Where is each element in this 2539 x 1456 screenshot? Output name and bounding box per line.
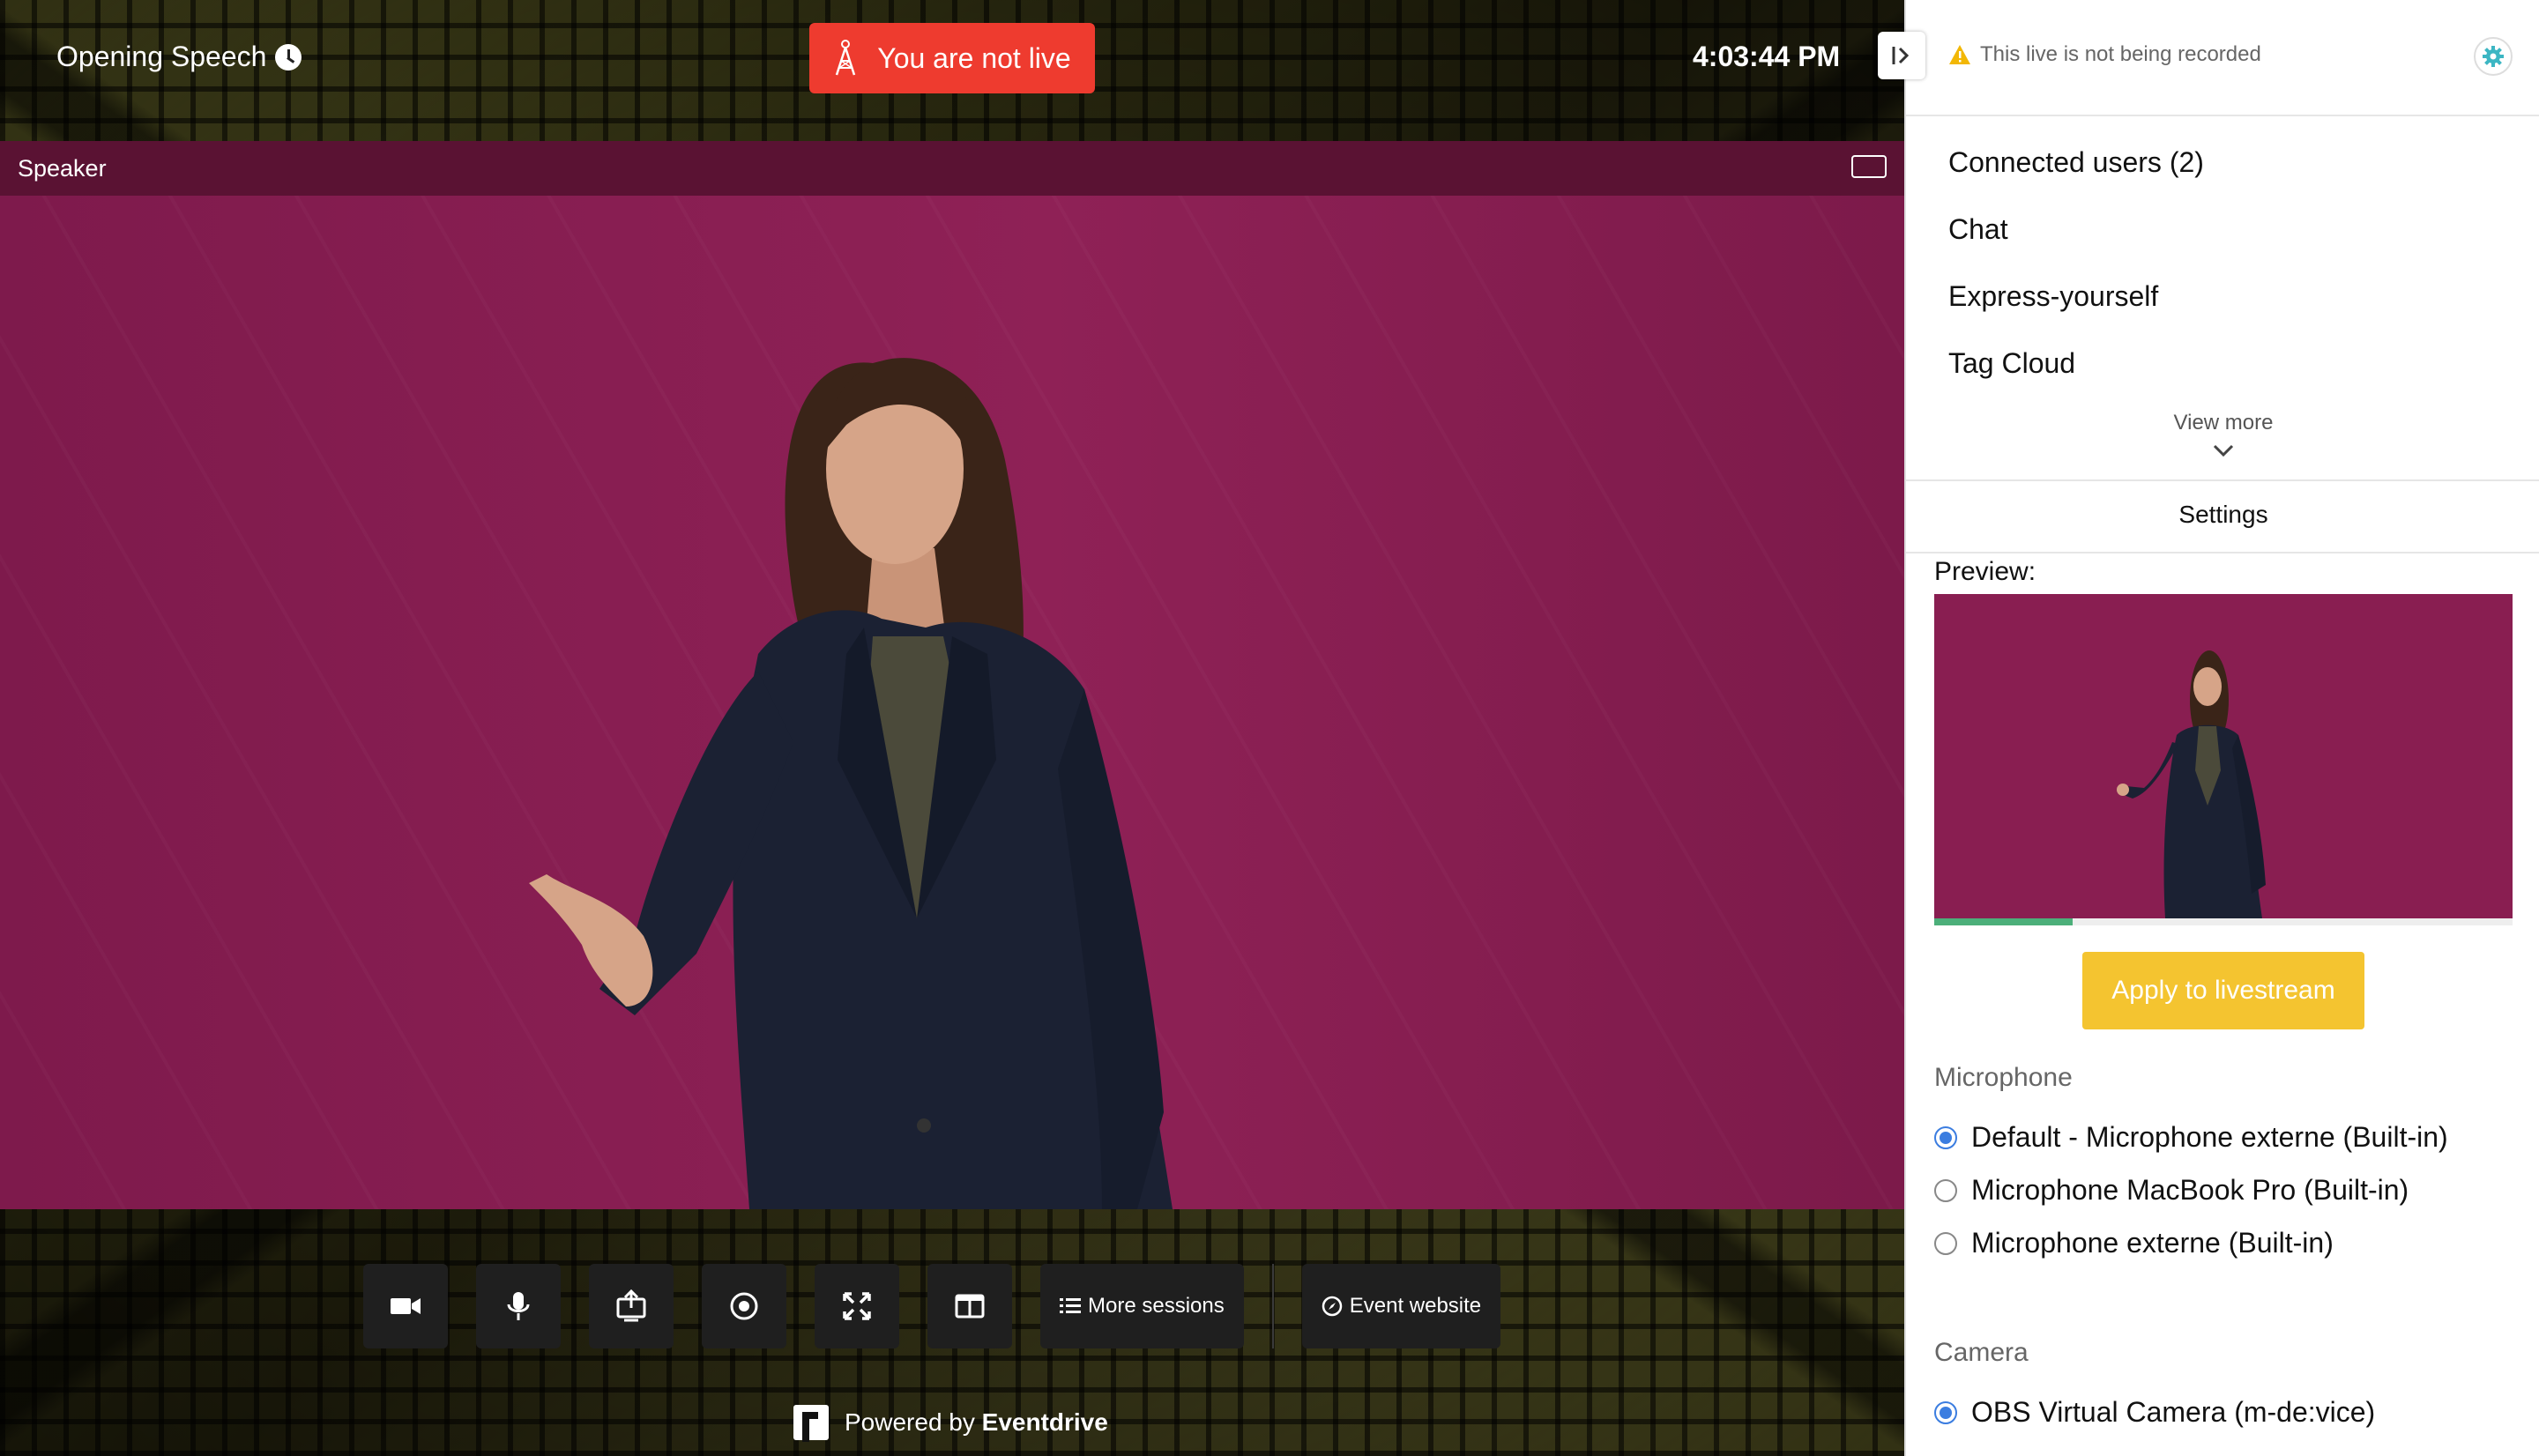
speaker-figure [529,358,1173,1209]
camera-toggle-button[interactable] [363,1264,448,1348]
view-more-label: View more [2173,411,2274,435]
more-sessions-label: More sessions [1088,1294,1225,1318]
video-header: Speaker [0,141,1904,196]
sidebar-divider [1906,552,2539,553]
sidebar: This live is not being recorded Connecte… [1904,0,2539,1456]
live-status-badge: You are not live [809,23,1095,93]
compass-icon [1322,1296,1342,1317]
microphone-section-label: Microphone [1934,1063,2073,1092]
collapse-panel-icon [1892,47,1910,64]
camera-preview [1934,594,2513,918]
microphone-option[interactable]: Microphone externe (Built-in) [1934,1227,2334,1259]
collapse-sidebar-button[interactable] [1878,32,1925,79]
gear-icon [2483,46,2504,67]
more-sessions-button[interactable]: More sessions [1040,1264,1244,1348]
fullscreen-icon [843,1292,871,1320]
settings-gear-button[interactable] [2474,37,2513,76]
camera-option[interactable]: OBS Virtual Camera (m-de:vice) [1934,1396,2375,1429]
nav-tag-cloud[interactable]: Tag Cloud [1948,347,2075,380]
record-warning: This live is not being recorded [1948,42,2261,67]
microphone-option[interactable]: Default - Microphone externe (Built-in) [1934,1121,2448,1154]
list-icon [1060,1298,1081,1313]
layout-button[interactable] [927,1264,1012,1348]
toolbar-divider [1271,1264,1274,1348]
record-warning-text: This live is not being recorded [1980,42,2261,66]
apply-to-livestream-button[interactable]: Apply to livestream [2082,952,2364,1029]
video-feed [0,196,1904,1209]
top-bar: Opening Speech You are not live 4:03:44 … [0,0,1904,141]
eventdrive-logo-icon [793,1405,829,1442]
session-title: Opening Speech [56,41,302,73]
fullscreen-button[interactable] [815,1264,899,1348]
preview-speaker-figure [1934,594,2513,918]
session-title-text: Opening Speech [56,41,267,72]
chevron-down-icon [2213,444,2234,457]
event-website-button[interactable]: Event website [1301,1264,1501,1348]
video-header-label: Speaker [18,154,107,182]
nav-express-yourself[interactable]: Express-yourself [1948,280,2158,313]
broadcast-tower-icon [836,40,856,76]
powered-by-brand: Eventdrive [981,1408,1108,1436]
microphone-toggle-button[interactable] [476,1264,561,1348]
powered-by: Powered by Eventdrive [793,1405,1108,1442]
nav-connected-users[interactable]: Connected users (2) [1948,146,2204,179]
camera-icon [391,1298,421,1314]
preview-label: Preview: [1934,557,2036,586]
camera-section-label: Camera [1934,1338,2029,1367]
control-toolbar: More sessions Event website [363,1264,1501,1348]
view-more-button[interactable]: View more [1906,411,2539,457]
nav-chat[interactable]: Chat [1948,213,2008,246]
camera-option-label: OBS Virtual Camera (m-de:vice) [1971,1396,2376,1428]
microphone-option[interactable]: Microphone MacBook Pro (Built-in) [1934,1174,2409,1207]
event-website-label: Event website [1349,1294,1482,1318]
radio-button-mic-0[interactable] [1934,1125,1957,1149]
microphone-option-label: Microphone MacBook Pro (Built-in) [1971,1174,2409,1206]
settings-title: Settings [2178,501,2268,528]
radio-button-mic-2[interactable] [1934,1231,1957,1255]
radio-button-mic-1[interactable] [1934,1178,1957,1202]
preview-level-fill [1934,918,2074,925]
live-status-label: You are not live [877,41,1071,74]
radio-button-cam-0[interactable] [1934,1400,1957,1424]
record-button[interactable] [702,1264,786,1348]
powered-by-prefix: Powered by [845,1408,975,1436]
microphone-option-label: Microphone externe (Built-in) [1971,1227,2334,1259]
picture-in-picture-icon[interactable] [1851,155,1887,178]
layout-icon [955,1294,985,1319]
stage-background: Opening Speech You are not live 4:03:44 … [0,0,1904,1456]
sidebar-divider [1906,479,2539,481]
warning-icon [1949,45,1970,64]
microphone-option-label: Default - Microphone externe (Built-in) [1971,1121,2448,1153]
current-time: 4:03:44 PM [1693,41,1841,72]
sidebar-divider [1906,115,2539,116]
record-icon [730,1292,758,1320]
share-screen-button[interactable] [589,1264,674,1348]
microphone-icon [507,1292,530,1320]
share-screen-icon [616,1289,646,1322]
speaker-video-panel: Speaker [0,141,1904,1209]
preview-level-meter [1934,918,2513,925]
clock-icon [275,43,302,71]
